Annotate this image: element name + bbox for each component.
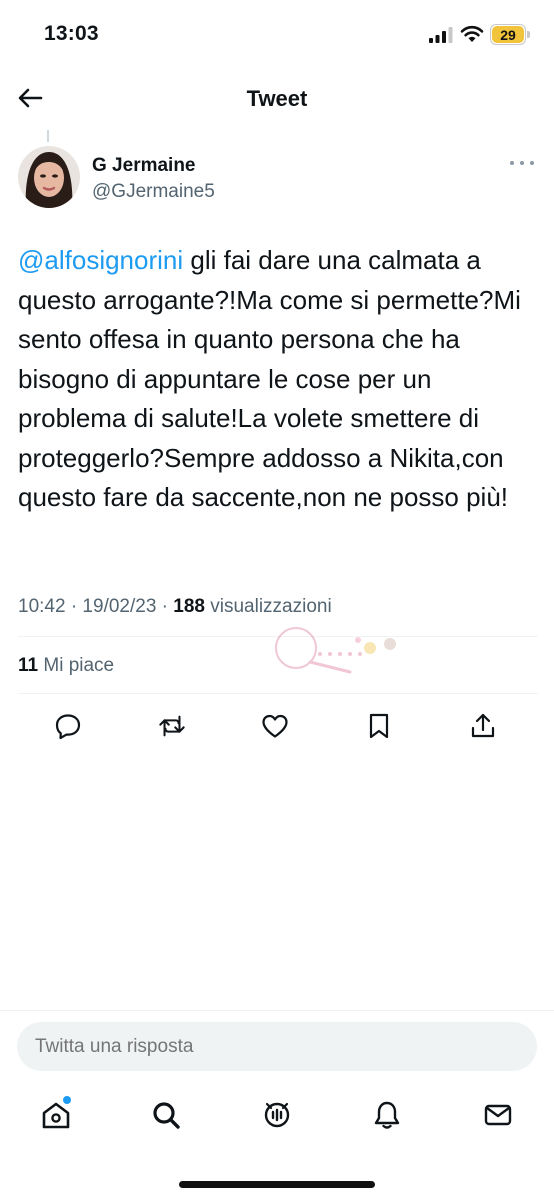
back-button[interactable] [14,82,46,114]
bookmark-icon [369,713,389,739]
tweet-body: gli fai dare una calmata a questo arroga… [18,245,521,512]
nav-header: Tweet [0,70,554,130]
likes-row[interactable]: 11 Mi piace [18,655,114,677]
home-indicator [179,1181,375,1188]
reply-input[interactable] [17,1022,537,1071]
watermark-logo [275,627,396,674]
retweet-icon [159,715,185,737]
more-dot-icon [510,161,514,165]
author-name[interactable]: G Jermaine [92,155,196,177]
battery-cap [527,31,530,38]
divider [18,693,538,694]
author-handle[interactable]: @GJermaine5 [92,181,215,203]
status-time: 13:03 [44,22,99,45]
battery-level: 29 [492,26,524,43]
thread-connector [47,130,49,142]
bookmark-button[interactable] [365,712,393,740]
tab-messages[interactable] [481,1098,515,1132]
retweet-button[interactable] [158,712,186,740]
tweet-header: G Jermaine @GJermaine5 [18,146,538,212]
share-icon [471,713,495,738]
like-icon [262,714,288,738]
likes-count: 11 [18,655,39,676]
share-button[interactable] [469,712,497,740]
more-options-button[interactable] [510,156,534,170]
more-dot-icon [520,161,524,165]
battery-indicator: 29 [490,24,530,45]
arrow-left-icon [18,88,43,108]
tweet-text: @alfosignorini gli fai dare una calmata … [18,241,538,518]
tab-spaces[interactable] [260,1098,294,1132]
likes-label: Mi piace [38,655,115,676]
messages-icon [484,1104,512,1126]
avatar-image [18,146,80,208]
tab-notifications[interactable] [370,1098,404,1132]
tab-home[interactable] [39,1096,73,1132]
cellular-signal-icon [429,27,453,43]
tab-search[interactable] [149,1098,183,1132]
mention-link[interactable]: @alfosignorini [18,245,183,275]
wifi-icon [460,25,484,42]
tweet-actions [0,706,554,746]
bottom-tab-bar [0,1088,554,1148]
reply-icon [55,714,81,740]
views-label: visualizzazioni [204,596,332,617]
views-count: 188 [173,596,205,617]
status-bar: 13:03 29 [0,0,554,70]
search-icon [153,1102,180,1129]
page-title: Tweet [246,86,308,111]
notification-dot [63,1096,71,1104]
tweet-meta: 10:42 · 19/02/23 · 188 visualizzazioni [18,596,538,618]
reply-divider [0,1010,554,1011]
reply-button[interactable] [54,712,82,740]
spaces-icon [264,1102,290,1128]
tweet-timestamp[interactable]: 10:42 · 19/02/23 · [18,596,173,617]
avatar[interactable] [18,146,80,208]
notifications-icon [374,1101,400,1129]
like-button[interactable] [261,712,289,740]
more-dot-icon [530,161,534,165]
